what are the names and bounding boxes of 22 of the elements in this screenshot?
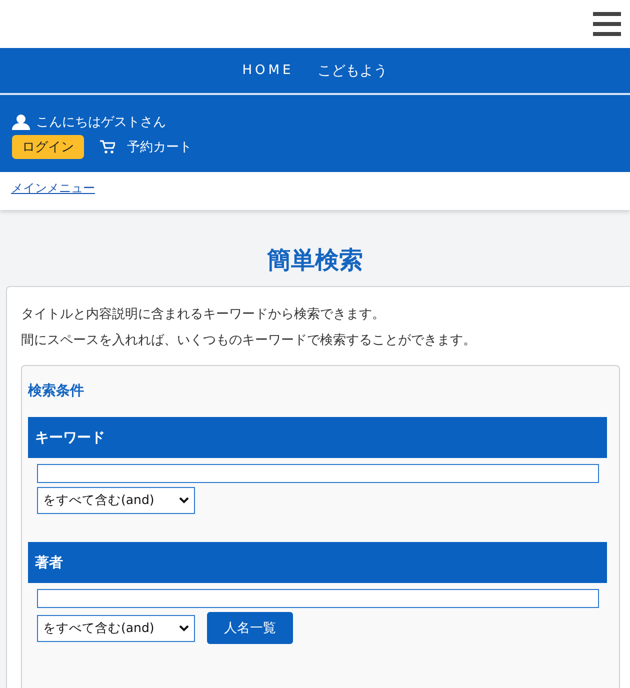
breadcrumb-link[interactable]: メインメニュー <box>11 181 95 195</box>
nav-link[interactable]: HOME <box>242 63 294 78</box>
menu-icon[interactable] <box>593 12 621 36</box>
cart-icon[interactable] <box>100 140 115 154</box>
match-select[interactable]: をすべて含む(and) <box>37 614 195 642</box>
intro-text: 間にスペースを入れれば、いくつものキーワードで検索することができます。 <box>21 332 477 350</box>
match-select[interactable]: をすべて含む(and) <box>37 487 195 514</box>
cart-link[interactable]: 予約カート <box>127 138 192 156</box>
text-input[interactable] <box>37 589 599 608</box>
nav-link[interactable]: こどもよう <box>318 62 388 80</box>
text-input[interactable] <box>37 464 599 483</box>
chevron-down-icon <box>179 624 189 632</box>
section-header: キーワード <box>28 417 607 458</box>
greeting-text: こんにちはゲストさん <box>36 114 166 131</box>
page-title: 簡単検索 <box>266 245 364 276</box>
section-header: 著者 <box>28 542 607 583</box>
user-icon <box>12 114 30 130</box>
intro-text: タイトルと内容説明に含まれるキーワードから検索できます。 <box>21 306 386 324</box>
name-list-button[interactable]: 人名一覧 <box>207 612 293 644</box>
conditions-title: 検索条件 <box>28 382 85 400</box>
login-button[interactable]: ログイン <box>12 135 84 159</box>
chevron-down-icon <box>179 497 189 504</box>
